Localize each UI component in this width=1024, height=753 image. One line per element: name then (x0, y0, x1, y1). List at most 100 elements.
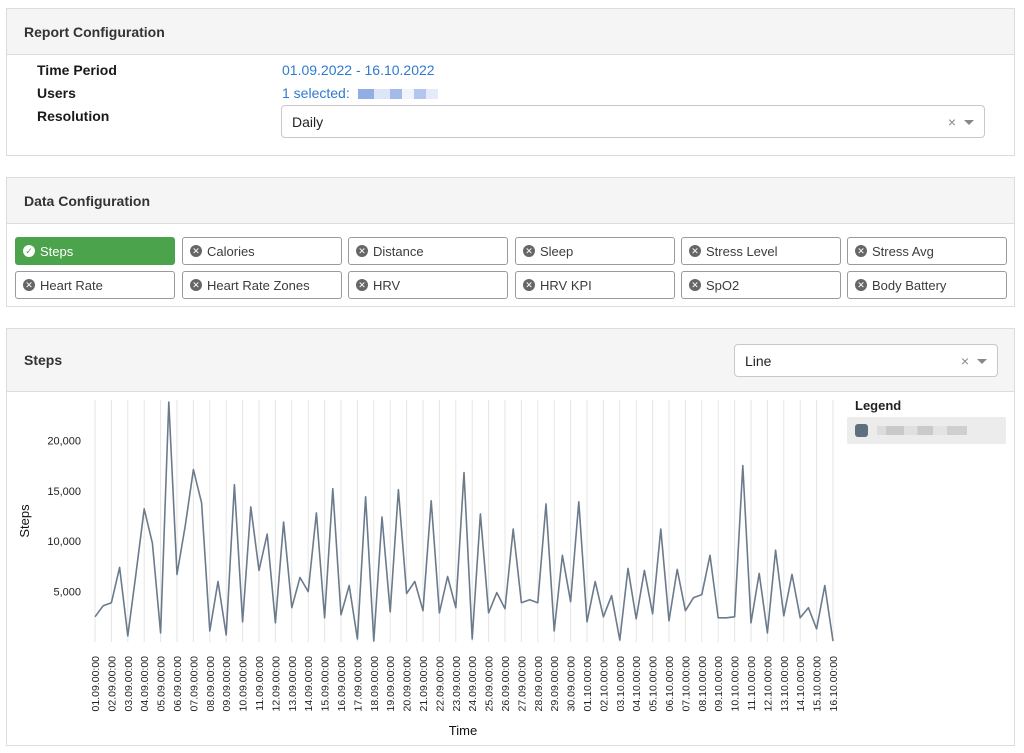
x-tick-label: 02.09.00:00 (106, 656, 118, 712)
y-tick-label: 10,000 (47, 536, 81, 548)
legend-title: Legend (855, 398, 902, 413)
metric-chip-body-battery[interactable]: ✕ Body Battery (847, 271, 1007, 299)
report-configuration-title: Report Configuration (7, 9, 1014, 55)
x-tick-label: 14.10.00:00 (795, 656, 807, 712)
data-configuration-title: Data Configuration (7, 178, 1014, 224)
x-tick-label: 30.09.00:00 (566, 656, 578, 712)
metric-chip-label: HRV (373, 277, 401, 293)
metric-chip-label: Heart Rate Zones (207, 277, 310, 293)
legend-swatch (855, 424, 868, 437)
x-tick-label: 01.10.00:00 (582, 656, 594, 712)
x-tick-label: 11.09.00:00 (254, 656, 266, 711)
metric-chip-label: Heart Rate (40, 277, 103, 293)
users-label: Users (37, 85, 76, 101)
x-tick-label: 08.10.00:00 (697, 656, 709, 712)
x-tick-label: 24.09.00:00 (467, 656, 479, 712)
clear-icon[interactable]: × (948, 114, 956, 130)
metric-chip-label: Stress Level (706, 243, 778, 259)
steps-series-line (94, 401, 834, 642)
metric-chip-label: Body Battery (872, 277, 947, 293)
metric-chip-label: Distance (373, 243, 424, 259)
x-tick-label: 05.10.00:00 (648, 656, 660, 712)
x-tick-label: 17.09.00:00 (352, 656, 364, 712)
resolution-select[interactable]: Daily × (281, 105, 985, 138)
x-tick-label: 16.09.00:00 (336, 656, 348, 712)
x-tick-label: 05.09.00:00 (156, 656, 168, 712)
x-tick-label: 15.09.00:00 (320, 656, 332, 712)
x-tick-label: 08.09.00:00 (205, 656, 217, 712)
close-circle-icon: ✕ (190, 245, 202, 257)
clear-icon[interactable]: × (961, 353, 969, 369)
x-tick-label: 18.09.00:00 (369, 656, 381, 712)
y-tick-label: 5,000 (53, 587, 81, 599)
close-circle-icon: ✕ (23, 279, 35, 291)
close-circle-icon: ✕ (855, 245, 867, 257)
x-tick-label: 16.10.00:00 (828, 656, 840, 712)
x-tick-label: 09.10.00:00 (713, 656, 725, 712)
time-period-value[interactable]: 01.09.2022 - 16.10.2022 (282, 62, 435, 78)
x-tick-label: 28.09.00:00 (533, 656, 545, 712)
chart-type-select[interactable]: Line × (734, 344, 998, 377)
data-configuration-card: Data Configuration ✓ Steps ✕ Calories ✕ Dista… (6, 177, 1015, 307)
x-tick-label: 06.10.00:00 (664, 656, 676, 712)
x-tick-label: 07.09.00:00 (188, 656, 200, 712)
steps-line-chart: 01.09.00:00 02.09.00:00 03.09.00:00 04.09.0… (17, 400, 840, 738)
x-tick-label: 04.10.00:00 (631, 656, 643, 712)
metric-chip-label: HRV KPI (540, 277, 592, 293)
chart-card: Steps Line × 01.09.00:00 02.09.00:00 03.09… (6, 328, 1015, 746)
x-tick-label: 03.09.00:00 (123, 656, 135, 712)
y-tick-label: 20,000 (47, 435, 81, 447)
close-circle-icon: ✕ (523, 279, 535, 291)
chart-title-text: Steps (24, 352, 63, 368)
close-circle-icon: ✕ (356, 279, 368, 291)
x-tick-label: 25.09.00:00 (484, 656, 496, 712)
x-tick-label: 14.09.00:00 (303, 656, 315, 712)
resolution-select-value: Daily (292, 113, 324, 130)
resolution-label: Resolution (37, 108, 110, 124)
close-circle-icon: ✕ (689, 245, 701, 257)
metric-chip-stress-level[interactable]: ✕ Stress Level (681, 237, 841, 265)
users-value[interactable]: 1 selected: (282, 85, 438, 101)
metric-chip-sleep[interactable]: ✕ Sleep (515, 237, 675, 265)
time-period-label: Time Period (37, 62, 117, 78)
metric-chip-hrv-kpi[interactable]: ✕ HRV KPI (515, 271, 675, 299)
metric-chip-heart-rate[interactable]: ✕ Heart Rate (15, 271, 175, 299)
x-tick-label: 07.10.00:00 (680, 656, 692, 712)
metric-chip-label: Stress Avg (872, 243, 934, 259)
metric-chip-spo2[interactable]: ✕ SpO2 (681, 271, 841, 299)
x-tick-label: 10.10.00:00 (730, 656, 742, 712)
close-circle-icon: ✕ (523, 245, 535, 257)
chevron-down-icon[interactable] (964, 119, 974, 125)
x-tick-label: 09.09.00:00 (221, 656, 233, 712)
chevron-down-icon[interactable] (977, 358, 987, 364)
x-tick-label: 12.09.00:00 (270, 656, 282, 712)
x-tick-label: 02.10.00:00 (598, 656, 610, 712)
x-tick-label: 26.09.00:00 (500, 656, 512, 712)
y-axis-title: Steps (17, 504, 32, 538)
x-tick-label: 27.09.00:00 (516, 656, 528, 712)
metric-chip-label: Calories (207, 243, 255, 259)
legend-item[interactable] (847, 417, 1006, 444)
metric-chip-stress-avg[interactable]: ✕ Stress Avg (847, 237, 1007, 265)
report-configuration-card: Report Configuration Time Period 01.09.2… (6, 8, 1015, 156)
redacted-user-name (357, 89, 438, 100)
metric-chip-calories[interactable]: ✕ Calories (182, 237, 342, 265)
metric-chip-distance[interactable]: ✕ Distance (348, 237, 508, 265)
x-tick-label: 20.09.00:00 (402, 656, 414, 712)
metric-chip-hrv[interactable]: ✕ HRV (348, 271, 508, 299)
x-tick-label: 22.09.00:00 (434, 656, 446, 712)
redacted-series-name (877, 426, 967, 435)
x-tick-label: 13.09.00:00 (287, 656, 299, 712)
check-circle-icon: ✓ (23, 245, 35, 257)
x-tick-label: 11.10.00:00 (746, 656, 758, 711)
close-circle-icon: ✕ (855, 279, 867, 291)
chart-type-select-value: Line (745, 352, 772, 369)
x-tick-label: 29.09.00:00 (549, 656, 561, 712)
metric-chip-steps[interactable]: ✓ Steps (15, 237, 175, 265)
x-tick-label: 15.10.00:00 (812, 656, 824, 712)
y-tick-label: 15,000 (47, 486, 81, 498)
metric-chip-heart-rate-zones[interactable]: ✕ Heart Rate Zones (182, 271, 342, 299)
x-tick-label: 19.09.00:00 (385, 656, 397, 712)
x-tick-label: 03.10.00:00 (615, 656, 627, 712)
x-tick-label: 23.09.00:00 (451, 656, 463, 712)
